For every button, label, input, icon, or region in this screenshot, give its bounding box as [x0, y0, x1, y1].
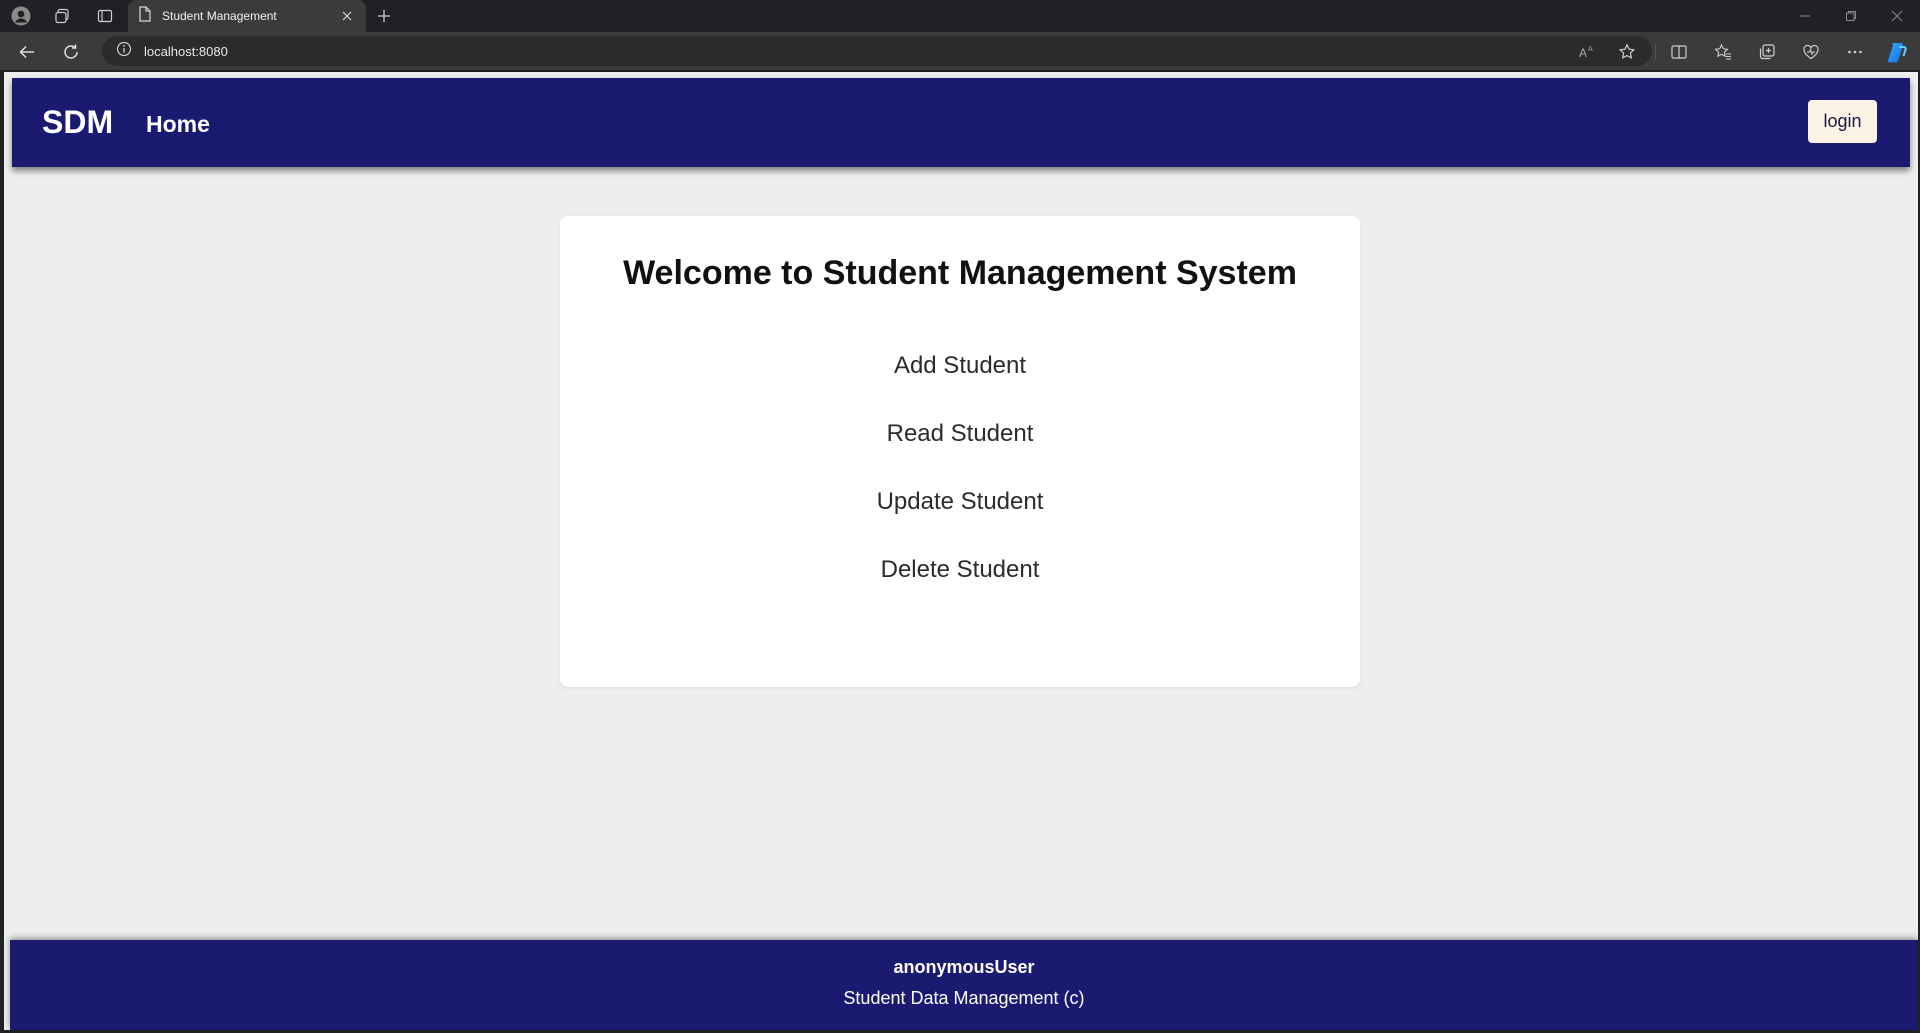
welcome-card: Welcome to Student Management System Add…: [560, 216, 1360, 687]
update-student-link[interactable]: Update Student: [877, 488, 1044, 516]
toolbar-divider: [1655, 44, 1656, 60]
add-student-link[interactable]: Add Student: [894, 352, 1026, 380]
svg-text:A: A: [1579, 46, 1587, 60]
page-icon: [138, 5, 152, 27]
nav-home-link[interactable]: Home: [146, 111, 210, 138]
collections-icon[interactable]: [1754, 39, 1780, 65]
address-bar[interactable]: localhost:8080: [102, 36, 1652, 66]
read-student-link[interactable]: Read Student: [887, 420, 1034, 448]
workspaces-icon[interactable]: [50, 4, 74, 28]
tab-title: Student Management: [162, 9, 277, 23]
app-footer: anonymousUser Student Data Management (c…: [10, 940, 1918, 1030]
favorites-icon[interactable]: [1710, 39, 1736, 65]
plus-icon[interactable]: [372, 4, 396, 28]
brand-logo-text[interactable]: SDM: [42, 104, 113, 141]
list-item: Delete Student: [560, 556, 1360, 624]
browser-essentials-icon[interactable]: [1798, 39, 1824, 65]
list-item: Read Student: [560, 420, 1360, 488]
more-icon[interactable]: [1842, 39, 1868, 65]
page-title: Welcome to Student Management System: [623, 254, 1297, 292]
footer-username: anonymousUser: [893, 957, 1035, 977]
footer-copyright: Student Data Management (c): [843, 988, 1085, 1008]
favorite-star-icon[interactable]: [1614, 39, 1640, 65]
tab-actions-icon[interactable]: [93, 4, 117, 28]
browser-tab-bar: Student Management: [0, 0, 1920, 32]
active-tab[interactable]: Student Management: [128, 0, 366, 32]
login-button[interactable]: login: [1808, 100, 1877, 143]
svg-text:A: A: [1588, 46, 1593, 53]
app-header: SDM Home login: [12, 78, 1910, 167]
action-menu: Add Student Read Student Update Student …: [560, 352, 1360, 624]
page-viewport: SDM Home login Welcome to Student Manage…: [4, 72, 1918, 1030]
read-aloud-icon[interactable]: AA: [1574, 39, 1600, 65]
minimize-icon[interactable]: [1782, 0, 1828, 32]
profile-icon[interactable]: [9, 4, 33, 28]
list-item: Add Student: [560, 352, 1360, 420]
refresh-icon[interactable]: [58, 39, 84, 65]
list-item: Update Student: [560, 488, 1360, 556]
url-text: localhost:8080: [144, 43, 228, 59]
close-icon[interactable]: [338, 7, 356, 25]
back-icon[interactable]: [14, 39, 40, 65]
restore-icon[interactable]: [1828, 0, 1874, 32]
address-toolbar: localhost:8080 AA: [0, 32, 1920, 70]
delete-student-link[interactable]: Delete Student: [881, 556, 1040, 584]
info-icon[interactable]: [116, 41, 132, 62]
window-close-icon[interactable]: [1874, 0, 1920, 32]
split-screen-icon[interactable]: [1666, 39, 1692, 65]
copilot-icon[interactable]: [1884, 39, 1910, 65]
